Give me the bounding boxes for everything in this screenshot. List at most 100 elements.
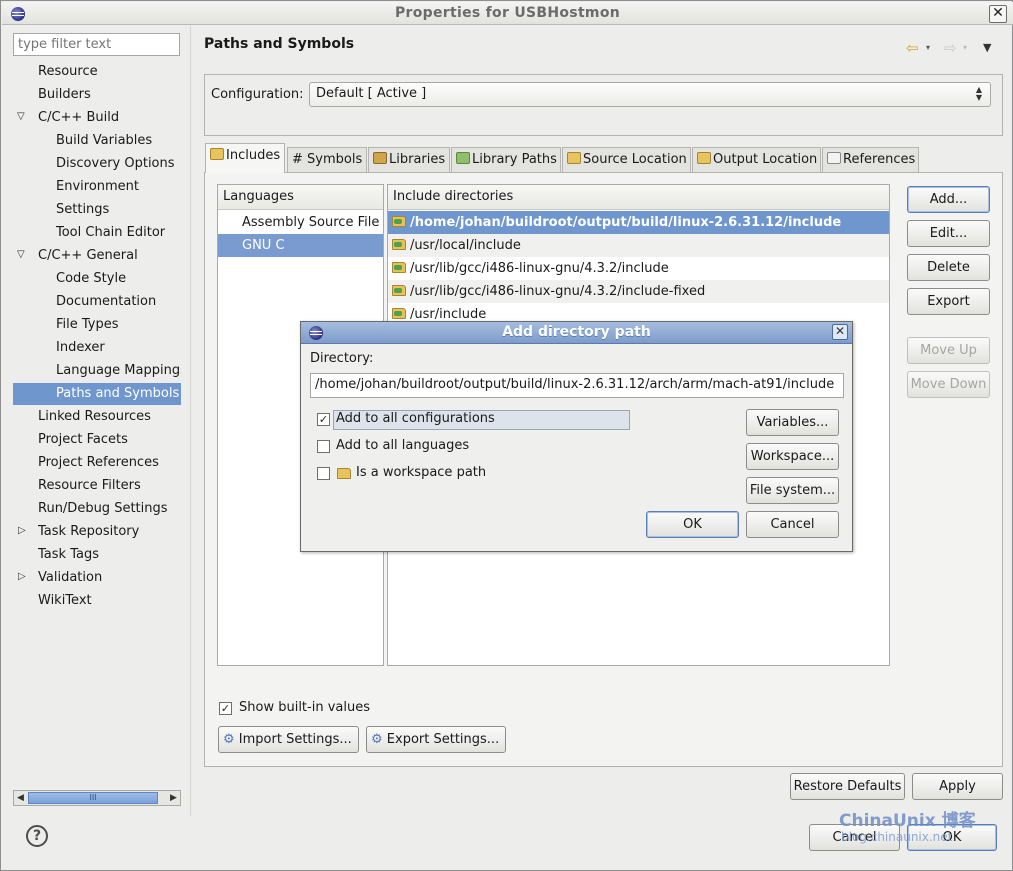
window-titlebar[interactable]: Properties for USBHostmon ✕	[2, 2, 1013, 25]
references-icon	[827, 152, 841, 164]
tree-item-cpp-build[interactable]: C/C++ Build	[38, 107, 181, 129]
directory-input[interactable]: /home/johan/buildroot/output/build/linux…	[310, 373, 844, 398]
tree-item-cpp-general[interactable]: C/C++ General	[38, 245, 181, 267]
move-down-button[interactable]: Move Down	[907, 371, 990, 398]
tab-libraries[interactable]: Libraries	[368, 147, 450, 172]
forward-arrow-icon[interactable]: ⇨	[944, 39, 957, 57]
tree-item-validation[interactable]: Validation	[38, 567, 181, 589]
tree-item-linked-resources[interactable]: Linked Resources	[13, 406, 181, 428]
import-icon: ⚙	[223, 732, 235, 747]
collapse-triangle-icon[interactable]: ▷	[18, 525, 26, 536]
tree-item-resource-filters[interactable]: Resource Filters	[13, 475, 181, 497]
all-languages-checkbox[interactable]	[317, 440, 330, 453]
delete-button[interactable]: Delete	[907, 254, 990, 281]
tab-references[interactable]: References	[822, 147, 919, 172]
edit-button[interactable]: Edit...	[907, 220, 990, 247]
tab-library-paths[interactable]: Library Paths	[451, 147, 561, 172]
tab-label: Source Location	[583, 152, 687, 167]
tree-item-paths-and-symbols[interactable]: Paths and Symbols	[13, 383, 181, 405]
tree-item-task-repository[interactable]: Task Repository	[38, 521, 181, 543]
close-window-button[interactable]: ✕	[989, 5, 1007, 23]
view-menu-icon[interactable]: ▼	[983, 41, 991, 54]
tree-item-run-debug-settings[interactable]: Run/Debug Settings	[13, 498, 181, 520]
tab-symbols[interactable]: # Symbols	[287, 147, 367, 172]
include-folder-icon	[392, 262, 406, 273]
tree-horizontal-scrollbar[interactable]: ◀ III ▶	[13, 790, 181, 806]
include-folder-icon	[392, 239, 406, 250]
chevron-down-icon[interactable]: ▾	[963, 43, 967, 52]
include-row[interactable]: /usr/local/include	[388, 234, 889, 257]
tree-item-indexer[interactable]: Indexer	[13, 337, 181, 359]
folder-icon	[337, 468, 351, 479]
language-item-selected[interactable]: GNU C	[218, 234, 383, 257]
dialog-ok-button[interactable]: OK	[646, 511, 739, 538]
language-item[interactable]: Assembly Source File	[218, 211, 383, 234]
add-directory-dialog: Add directory path ✕ Directory: /home/jo…	[300, 321, 853, 552]
configuration-select[interactable]: Default [ Active ] ▲ ▼	[309, 82, 991, 107]
tree-item-language-mappings[interactable]: Language Mappings	[13, 360, 181, 382]
tree-item-project-facets[interactable]: Project Facets	[13, 429, 181, 451]
dialog-title: Add directory path	[502, 324, 651, 340]
folder-icon	[567, 152, 581, 164]
export-settings-button[interactable]: ⚙ Export Settings...	[366, 726, 506, 753]
tree-item-discovery-options[interactable]: Discovery Options	[13, 153, 181, 175]
watermark-url: blog.chinaunix.net	[841, 830, 953, 844]
include-row[interactable]: /usr/lib/gcc/i486-linux-gnu/4.3.2/includ…	[388, 257, 889, 280]
tree-item-wikitext[interactable]: WikiText	[13, 590, 181, 612]
tree-item-builders[interactable]: Builders	[13, 84, 181, 106]
include-row[interactable]: /usr/lib/gcc/i486-linux-gnu/4.3.2/includ…	[388, 280, 889, 303]
restore-defaults-button[interactable]: Restore Defaults	[790, 773, 905, 800]
tree-item-build-variables[interactable]: Build Variables	[13, 130, 181, 152]
libraries-icon	[373, 152, 387, 164]
includes-icon	[210, 148, 224, 160]
up-down-icon: ▲ ▼	[975, 85, 983, 102]
help-icon[interactable]: ?	[26, 825, 48, 847]
tree-item-code-style[interactable]: Code Style	[13, 268, 181, 290]
tree-item-project-references[interactable]: Project References	[13, 452, 181, 474]
all-configurations-label: Add to all configurations	[336, 411, 495, 426]
dialog-close-button[interactable]: ✕	[832, 324, 848, 340]
show-builtin-checkbox[interactable]: ✓	[219, 702, 232, 715]
dialog-titlebar[interactable]: Add directory path ✕	[301, 322, 852, 344]
dialog-cancel-button[interactable]: Cancel	[746, 511, 839, 538]
languages-header[interactable]: Languages	[218, 185, 383, 210]
variables-button[interactable]: Variables...	[746, 409, 839, 436]
export-button[interactable]: Export	[907, 288, 990, 315]
scrollbar-thumb[interactable]: III	[28, 792, 158, 804]
tree-item-resource[interactable]: Resource	[13, 61, 181, 83]
workspace-path-checkbox[interactable]	[317, 467, 330, 480]
tree-item-tool-chain-editor[interactable]: Tool Chain Editor	[13, 222, 181, 244]
file-system-button[interactable]: File system...	[746, 477, 839, 504]
tree-item-file-types[interactable]: File Types	[13, 314, 181, 336]
workspace-button[interactable]: Workspace...	[746, 443, 839, 470]
import-settings-button[interactable]: ⚙ Import Settings...	[218, 726, 359, 753]
all-configurations-checkbox[interactable]: ✓	[317, 413, 330, 426]
include-folder-icon	[392, 285, 406, 296]
property-tree: Resource Builders ▽ C/C++ Build Build Va…	[13, 61, 183, 791]
page-title: Paths and Symbols	[204, 36, 355, 52]
include-row-selected[interactable]: /home/johan/buildroot/output/build/linux…	[388, 211, 889, 234]
tab-output-location[interactable]: Output Location	[692, 147, 821, 172]
tree-item-task-tags[interactable]: Task Tags	[13, 544, 181, 566]
include-directories-header[interactable]: Include directories	[388, 185, 889, 210]
library-paths-icon	[456, 152, 470, 164]
move-up-button[interactable]: Move Up	[907, 337, 990, 364]
scroll-right-icon[interactable]: ▶	[167, 791, 180, 805]
expand-triangle-icon[interactable]: ▽	[17, 111, 25, 122]
tab-source-location[interactable]: Source Location	[562, 147, 691, 172]
back-arrow-icon[interactable]: ⇦	[906, 39, 919, 57]
tab-includes[interactable]: Includes	[205, 143, 285, 173]
tree-item-environment[interactable]: Environment	[13, 176, 181, 198]
show-builtin-label: Show built-in values	[239, 700, 370, 715]
tree-item-documentation[interactable]: Documentation	[13, 291, 181, 313]
filter-input[interactable]	[13, 33, 180, 56]
expand-triangle-icon[interactable]: ▽	[17, 249, 25, 260]
add-button[interactable]: Add...	[907, 186, 990, 213]
collapse-triangle-icon[interactable]: ▷	[18, 571, 26, 582]
apply-button[interactable]: Apply	[912, 773, 1003, 800]
chevron-down-icon[interactable]: ▾	[926, 43, 930, 52]
scroll-left-icon[interactable]: ◀	[14, 791, 27, 805]
include-path: /usr/lib/gcc/i486-linux-gnu/4.3.2/includ…	[410, 284, 706, 299]
panel-divider[interactable]	[190, 26, 191, 816]
tree-item-settings[interactable]: Settings	[13, 199, 181, 221]
